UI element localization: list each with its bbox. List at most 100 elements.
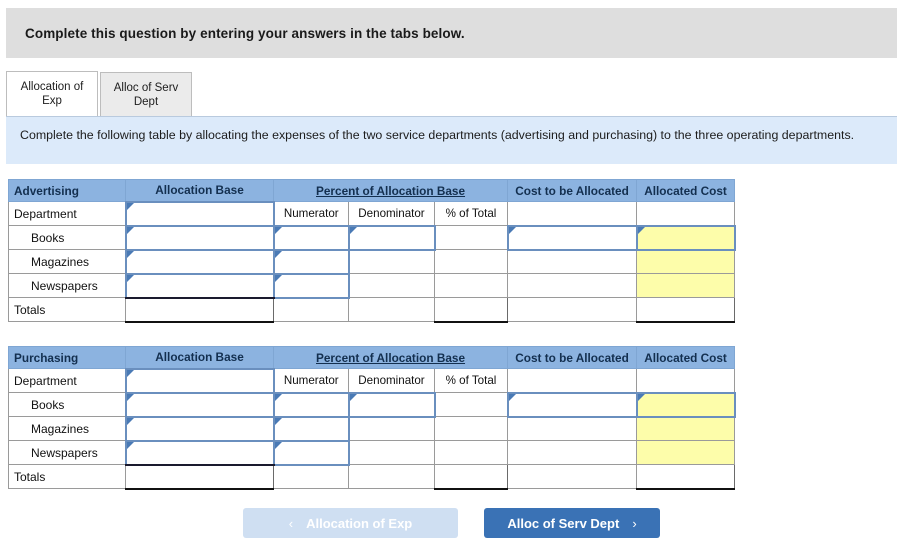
adv-newspapers-allocation-base-input[interactable]	[124, 272, 275, 299]
adv-totals-cost-to-be-allocated-cell	[507, 297, 638, 322]
header-allocation-base: Allocation Base	[125, 179, 274, 202]
pur-totals-allocation-base-cell	[125, 464, 274, 490]
table-row: Books	[8, 224, 736, 251]
pur-books-allocated-cost-input[interactable]	[635, 391, 736, 418]
info-banner: Complete the following table by allocati…	[6, 116, 897, 164]
prev-tab-button[interactable]: ‹ Allocation of Exp	[243, 508, 458, 538]
pur-row-label-newspapers: Newspapers	[8, 440, 126, 465]
table-row: Department Numerator Denominator % of To…	[8, 200, 736, 227]
pur-newspapers-cost-to-be-allocated-cell	[507, 440, 638, 465]
pur-row-label-books: Books	[8, 392, 126, 417]
subheader-denominator: Denominator	[348, 368, 435, 393]
tab-alloc-of-serv-dept[interactable]: Alloc of Serv Dept	[100, 72, 192, 116]
adv-books-percent-of-total-cell	[433, 225, 509, 250]
adv-newspapers-allocated-cost-cell[interactable]	[636, 273, 736, 298]
pur-magazines-allocation-base-input[interactable]	[124, 415, 275, 442]
tab-allocation-of-exp-label: Allocation of Exp	[20, 81, 84, 107]
subheader-numerator: Numerator	[273, 368, 349, 393]
header-percent-of-allocation-base: Percent of Allocation Base	[272, 346, 509, 369]
adv-magazines-allocation-base-input[interactable]	[124, 248, 275, 275]
table-row: Newspapers	[8, 439, 736, 466]
table-row: Magazines	[8, 248, 736, 275]
adv-totals-denominator-cell	[348, 297, 435, 322]
pur-books-denominator-input[interactable]	[347, 391, 436, 418]
next-tab-button-label: Alloc of Serv Dept	[507, 515, 620, 531]
subheader-department: Department	[8, 201, 126, 226]
pur-magazines-allocated-cost-cell[interactable]	[636, 416, 736, 441]
pur-books-numerator-input[interactable]	[272, 391, 350, 418]
adv-magazines-cost-to-be-allocated-cell	[507, 249, 638, 274]
pur-books-cost-to-be-allocated-input[interactable]	[506, 391, 638, 418]
pur-books-allocation-base-input[interactable]	[124, 391, 275, 418]
adv-books-denominator-input[interactable]	[347, 224, 436, 251]
pur-newspapers-allocated-cost-cell[interactable]	[636, 440, 736, 465]
adv-magazines-allocated-cost-cell[interactable]	[636, 249, 736, 274]
adv-magazines-denominator-cell	[348, 249, 435, 274]
pur-magazines-denominator-cell	[348, 416, 435, 441]
prev-tab-button-label: Allocation of Exp	[306, 515, 413, 531]
subheader-numerator: Numerator	[273, 201, 349, 226]
adv-books-numerator-input[interactable]	[272, 224, 350, 251]
pur-newspapers-numerator-input[interactable]	[272, 439, 350, 466]
adv-totals-allocated-cost-cell	[636, 297, 736, 323]
adv-books-cost-to-be-allocated-input[interactable]	[506, 224, 638, 251]
adv-totals-percent-of-total-cell	[433, 297, 509, 323]
adv-magazines-numerator-input[interactable]	[272, 248, 350, 275]
header-cost-to-be-allocated: Cost to be Allocated	[507, 179, 638, 202]
pur-department-cost-cell	[507, 368, 638, 393]
pur-row-label-magazines: Magazines	[8, 416, 126, 441]
pur-magazines-percent-of-total-cell	[433, 416, 509, 441]
adv-books-allocation-base-input[interactable]	[124, 224, 275, 251]
subheader-department: Department	[8, 368, 126, 393]
adv-newspapers-numerator-input[interactable]	[272, 272, 350, 299]
pur-totals-numerator-cell	[273, 464, 349, 489]
tab-strip: Allocation of Exp Alloc of Serv Dept	[6, 71, 897, 116]
top-instruction-text: Complete this question by entering your …	[25, 25, 465, 41]
adv-department-cost-cell	[507, 201, 638, 226]
info-banner-text: Complete the following table by allocati…	[20, 128, 855, 142]
table-row: Totals	[8, 297, 736, 323]
tab-allocation-of-exp[interactable]: Allocation of Exp	[6, 71, 98, 116]
table-row: Department Numerator Denominator % of To…	[8, 367, 736, 394]
pur-magazines-cost-to-be-allocated-cell	[507, 416, 638, 441]
adv-row-label-totals: Totals	[8, 297, 126, 322]
adv-totals-numerator-cell	[273, 297, 349, 322]
adv-newspapers-cost-to-be-allocated-cell	[507, 273, 638, 298]
table-advertising: Advertising Allocation Base Percent of A…	[8, 179, 736, 323]
pur-books-percent-of-total-cell	[433, 392, 509, 417]
pur-department-allocation-base-input[interactable]	[124, 367, 275, 394]
pur-totals-denominator-cell	[348, 464, 435, 489]
header-allocated-cost: Allocated Cost	[636, 179, 736, 202]
table-advertising-title: Advertising	[8, 179, 126, 202]
footer-navigation: ‹ Allocation of Exp Alloc of Serv Dept ›	[0, 508, 903, 538]
pur-totals-cost-to-be-allocated-cell	[507, 464, 638, 489]
pur-magazines-numerator-input[interactable]	[272, 415, 350, 442]
adv-row-label-newspapers: Newspapers	[8, 273, 126, 298]
adv-department-allocation-base-input[interactable]	[124, 200, 275, 227]
tab-alloc-of-serv-dept-label: Alloc of Serv Dept	[113, 81, 179, 108]
header-allocated-cost: Allocated Cost	[636, 346, 736, 369]
header-percent-of-allocation-base: Percent of Allocation Base	[272, 179, 509, 202]
pur-newspapers-denominator-cell	[348, 440, 435, 465]
chevron-left-icon: ‹	[288, 515, 294, 531]
table-row: Magazines	[8, 415, 736, 442]
adv-magazines-percent-of-total-cell	[433, 249, 509, 274]
subheader-denominator: Denominator	[348, 201, 435, 226]
adv-row-label-magazines: Magazines	[8, 249, 126, 274]
next-tab-button[interactable]: Alloc of Serv Dept ›	[484, 508, 660, 538]
adv-department-allocated-cell	[636, 201, 736, 226]
question-page: Complete this question by entering your …	[0, 0, 903, 543]
table-purchasing: Purchasing Allocation Base Percent of Al…	[8, 346, 736, 490]
top-instruction-banner: Complete this question by entering your …	[6, 8, 897, 58]
table-advertising-header-row: Advertising Allocation Base Percent of A…	[8, 179, 736, 202]
adv-books-allocated-cost-input[interactable]	[635, 224, 736, 251]
pur-newspapers-allocation-base-input[interactable]	[124, 439, 275, 466]
table-row: Totals	[8, 464, 736, 490]
table-purchasing-title: Purchasing	[8, 346, 126, 369]
table-row: Newspapers	[8, 272, 736, 299]
subheader-percent-of-total: % of Total	[433, 368, 509, 393]
table-row: Books	[8, 391, 736, 418]
pur-newspapers-percent-of-total-cell	[433, 440, 509, 465]
pur-totals-percent-of-total-cell	[433, 464, 509, 490]
chevron-right-icon: ›	[632, 515, 637, 531]
